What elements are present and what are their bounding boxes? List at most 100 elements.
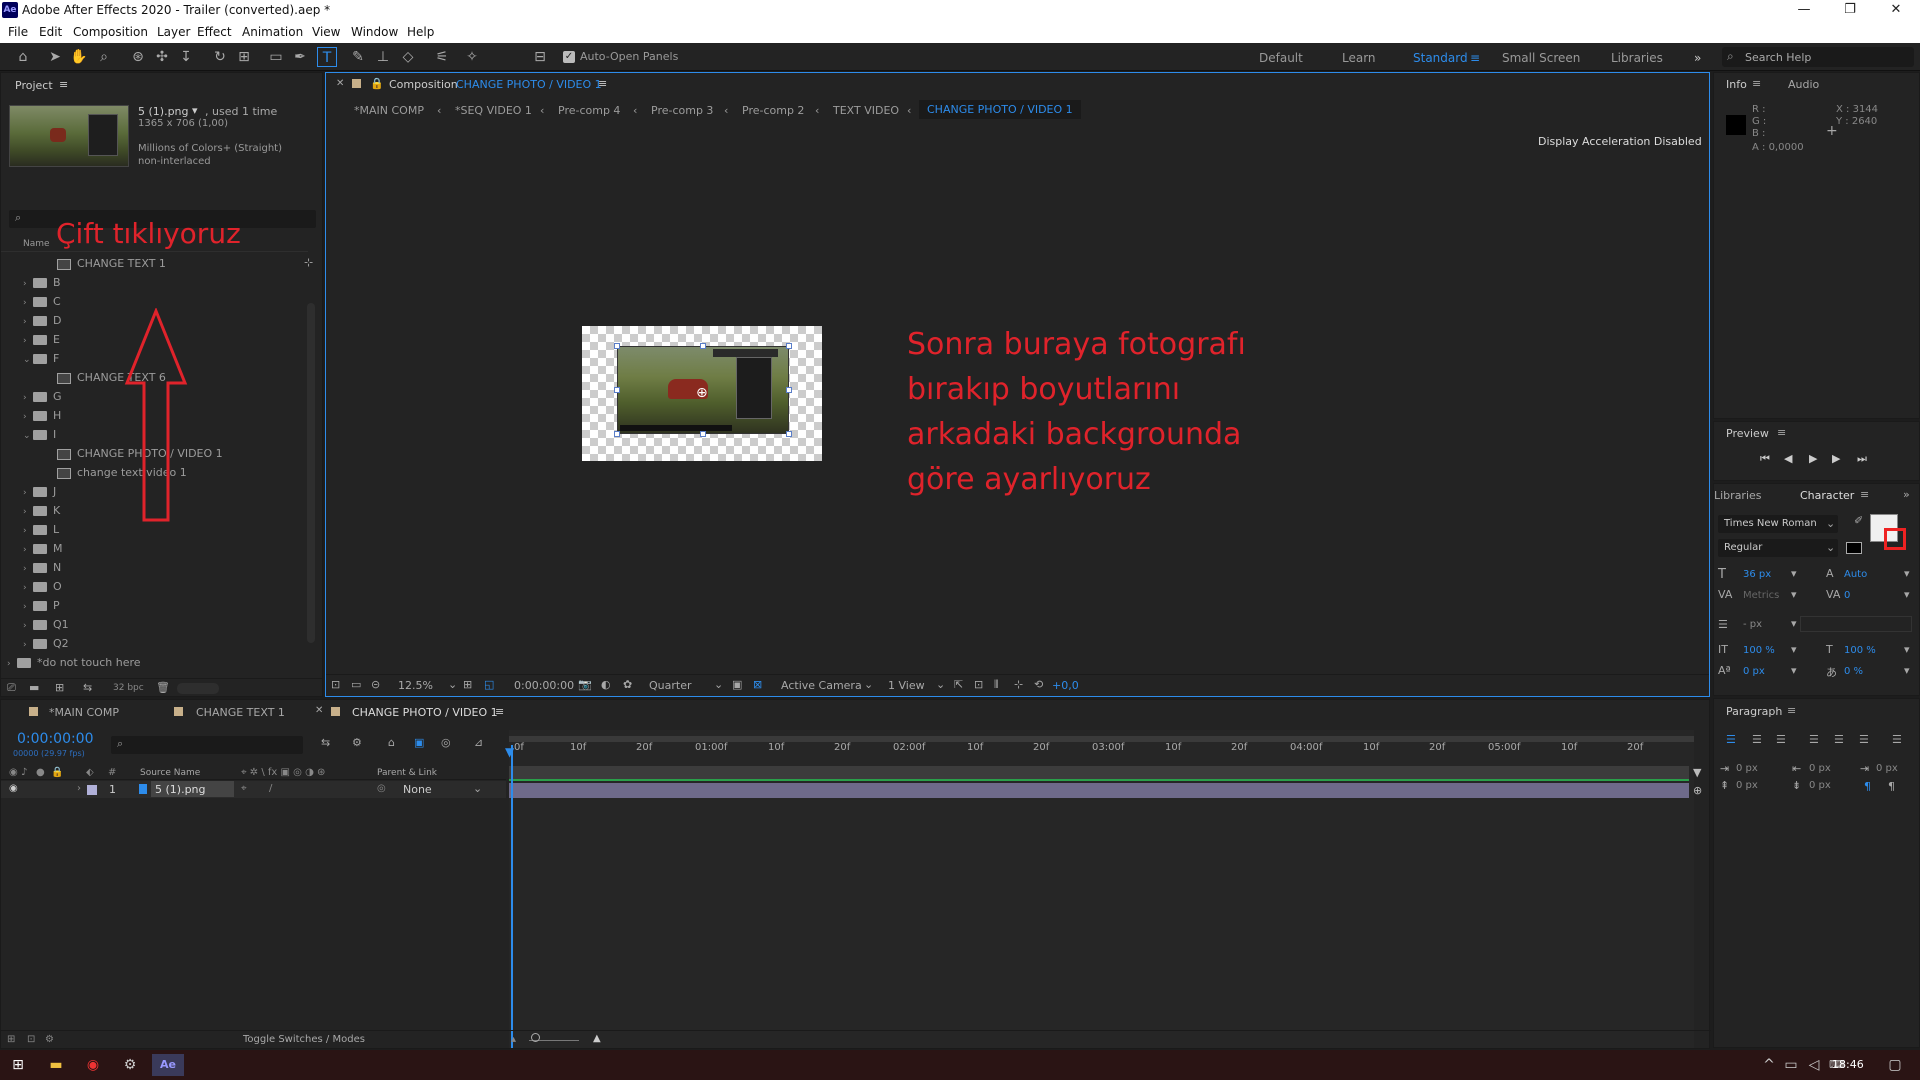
indent-left-value[interactable]: 0 px <box>1736 763 1758 774</box>
workspace-menu-icon[interactable]: ≡ <box>1470 51 1480 65</box>
volume-icon[interactable]: ◁ <box>1802 1054 1826 1076</box>
project-row-o[interactable]: › O <box>1 580 301 599</box>
align-center-icon[interactable]: ☰ <box>1752 733 1762 746</box>
chevron-right-icon[interactable]: › <box>23 336 33 346</box>
zoom-dropdown[interactable]: 12.5% <box>398 679 433 692</box>
leading-value[interactable]: Auto <box>1844 569 1867 580</box>
chevron-right-icon[interactable]: › <box>23 564 33 574</box>
minimize-button[interactable]: — <box>1781 0 1827 22</box>
layer-image[interactable]: ⊕ <box>617 346 789 434</box>
close-comp-tab-icon[interactable]: ✕ <box>336 78 344 89</box>
chevron-down-icon[interactable]: ▾ <box>1904 643 1910 656</box>
comp-name[interactable]: CHANGE PHOTO / VIDEO 1 <box>456 78 602 91</box>
timeline-icon[interactable]: ⫴ <box>994 678 999 692</box>
chevron-right-icon[interactable]: › <box>23 488 33 498</box>
chevron-down-icon[interactable]: ⌄ <box>936 678 945 691</box>
name-column-header[interactable]: Name <box>23 239 50 249</box>
type-tool-icon[interactable]: T <box>317 47 337 67</box>
stroke-style-dropdown[interactable] <box>1800 616 1912 632</box>
work-area-span[interactable] <box>509 766 1689 780</box>
close-timeline-tab-icon[interactable]: ✕ <box>315 705 323 716</box>
notifications-icon[interactable]: ▢ <box>1883 1054 1907 1076</box>
parent-link-header[interactable]: Parent & Link <box>377 768 437 778</box>
comp-button-icon[interactable]: ▼ <box>1693 766 1701 779</box>
view-layout-dropdown[interactable]: 1 View <box>888 679 925 692</box>
chevron-right-icon[interactable]: › <box>23 393 33 403</box>
indent-first-value[interactable]: 0 px <box>1876 763 1898 774</box>
network-icon[interactable]: ▭ <box>1779 1054 1803 1076</box>
transform-handle-t[interactable] <box>700 343 706 349</box>
vr-icon[interactable]: ⊝ <box>371 678 380 691</box>
parent-dropdown[interactable]: None <box>403 783 432 796</box>
rectangle-tool-icon[interactable]: ▭ <box>266 47 286 67</box>
breadcrumb-text-video[interactable]: TEXT VIDEO <box>833 104 899 117</box>
timeline-tab-change-text-1[interactable]: CHANGE TEXT 1 <box>196 706 285 719</box>
eraser-tool-icon[interactable]: ◇ <box>398 47 418 67</box>
maximize-button[interactable]: ❐ <box>1827 0 1873 22</box>
search-help-field[interactable]: ⌕ Search Help <box>1722 47 1914 67</box>
chevron-right-icon[interactable]: › <box>23 640 33 650</box>
project-row-m[interactable]: › M <box>1 542 301 561</box>
flowchart-icon[interactable]: ⊹ <box>304 256 313 269</box>
preview-menu-icon[interactable]: ≡ <box>1777 426 1786 439</box>
project-row-change-text-1[interactable]: CHANGE TEXT 1 <box>1 257 301 276</box>
current-time[interactable]: 0:00:00:00 <box>514 679 574 692</box>
paragraph-menu-icon[interactable]: ≡ <box>1787 704 1796 717</box>
chevron-right-icon[interactable]: › <box>23 602 33 612</box>
project-row-q2[interactable]: › Q2 <box>1 637 301 656</box>
layer-lock-right-icon[interactable]: ⊕ <box>1693 784 1702 797</box>
chevron-right-icon[interactable]: › <box>23 412 33 422</box>
project-row-q1[interactable]: › Q1 <box>1 618 301 637</box>
after-effects-taskbar-icon[interactable]: Ae <box>152 1054 184 1076</box>
timeline-current-time[interactable]: 0:00:00:00 <box>17 731 94 747</box>
chevron-down-icon[interactable]: ▾ <box>1791 643 1797 656</box>
chevron-down-icon[interactable]: ⌄ <box>23 355 33 365</box>
channels-icon[interactable]: ✿ <box>623 678 632 691</box>
space-after-value[interactable]: 0 px <box>1809 780 1831 791</box>
audio-tab[interactable]: Audio <box>1788 78 1819 91</box>
eyedropper-icon[interactable]: ✐ <box>1854 514 1863 527</box>
project-row-n[interactable]: › N <box>1 561 301 580</box>
more-panels-icon[interactable]: » <box>1903 488 1910 501</box>
orbit-camera-icon[interactable]: ⊛ <box>128 47 148 67</box>
safe-margins-icon[interactable]: ◱ <box>484 678 494 691</box>
flowchart-footer-icon[interactable]: ⇆ <box>83 681 92 694</box>
zoom-slider-handle[interactable] <box>531 1033 540 1042</box>
chevron-down-icon[interactable]: ▾ <box>1791 567 1797 580</box>
chevron-down-icon[interactable]: ⌄ <box>864 678 873 691</box>
project-row-l[interactable]: › L <box>1 523 301 542</box>
vertical-scale-value[interactable]: 100 % <box>1743 645 1775 656</box>
chevron-down-icon[interactable]: ▾ <box>1791 617 1797 630</box>
justify-right-icon[interactable]: ☰ <box>1859 733 1869 746</box>
frame-blending-icon[interactable]: ▣ <box>414 736 424 749</box>
workspace-default[interactable]: Default <box>1259 51 1303 65</box>
chevron-right-icon[interactable]: › <box>23 583 33 593</box>
libraries-tab[interactable]: Libraries <box>1714 489 1762 502</box>
resolution-icon[interactable]: ⊞ <box>463 678 472 691</box>
menu-effect[interactable]: Effect <box>197 25 232 39</box>
transform-handle-tr[interactable] <box>786 343 792 349</box>
show-snapshot-icon[interactable]: ◐ <box>601 678 611 691</box>
transform-handle-l[interactable] <box>614 387 620 393</box>
breadcrumb-pre-comp-3[interactable]: Pre-comp 3 <box>651 104 713 117</box>
exposure-value[interactable]: +0,0 <box>1052 679 1079 692</box>
comp-menu-icon[interactable]: ≡ <box>598 77 607 90</box>
new-comp-icon[interactable]: ⊞ <box>55 681 64 694</box>
justify-center-icon[interactable]: ☰ <box>1834 733 1844 746</box>
solo-icon[interactable]: ● <box>36 767 45 778</box>
eye-icon[interactable]: ◉ <box>9 767 18 778</box>
flowchart-viewer-icon[interactable]: ⊹ <box>1014 678 1023 691</box>
chevron-right-icon[interactable]: › <box>23 317 33 327</box>
transform-handle-b[interactable] <box>700 431 706 437</box>
playhead-icon[interactable]: ▼ <box>505 745 514 759</box>
transform-handle-br[interactable] <box>786 431 792 437</box>
character-tab[interactable]: Character <box>1800 489 1854 502</box>
chevron-right-icon[interactable]: › <box>23 545 33 555</box>
chevron-right-icon[interactable]: › <box>7 659 17 669</box>
clone-stamp-icon[interactable]: ⊥ <box>373 47 393 67</box>
layer-name[interactable]: 5 (1).png <box>151 781 234 797</box>
home-icon[interactable]: ⌂ <box>13 47 33 67</box>
motion-blur-icon[interactable]: ◎ <box>441 736 451 749</box>
exposure-icon[interactable]: ⟲ <box>1034 678 1043 691</box>
current-time-indicator[interactable] <box>511 745 513 1048</box>
